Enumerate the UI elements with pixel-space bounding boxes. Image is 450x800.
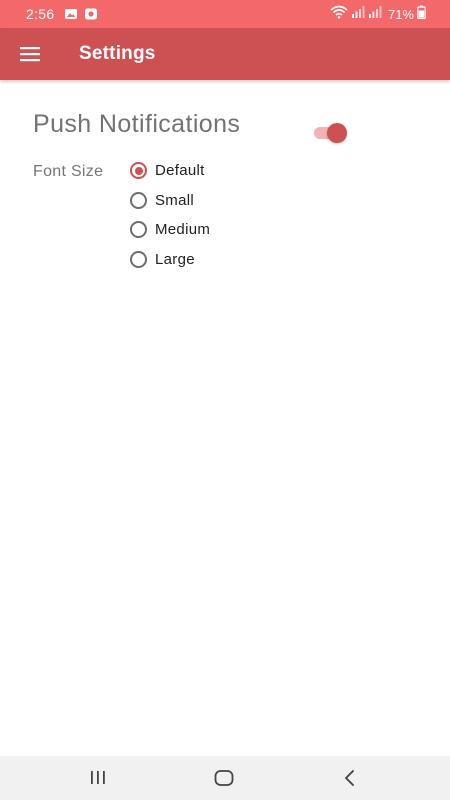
recent-apps-icon[interactable] <box>86 766 110 790</box>
wifi-icon <box>330 5 348 24</box>
radio-label: Medium <box>155 221 211 239</box>
radio-button[interactable] <box>130 191 147 209</box>
page-title: Settings <box>79 43 156 64</box>
signal-icon <box>351 5 365 24</box>
font-size-option-small[interactable]: Small <box>130 186 210 216</box>
font-size-label: Font Size <box>33 163 104 180</box>
hamburger-menu-icon[interactable] <box>17 42 43 66</box>
radio-label: Large <box>155 250 195 268</box>
home-icon[interactable] <box>212 766 236 790</box>
battery-icon <box>417 5 426 24</box>
battery-percent: 71% <box>387 6 414 22</box>
radio-button-checked[interactable] <box>130 162 147 180</box>
back-icon[interactable] <box>338 766 362 790</box>
radio-button[interactable] <box>130 250 147 268</box>
radio-label: Default <box>155 162 205 180</box>
app-notification-icon <box>84 7 98 21</box>
radio-button[interactable] <box>130 221 147 239</box>
signal-secondary-icon <box>368 5 382 24</box>
font-size-radio-group: Default Small Medium Large <box>130 156 210 274</box>
radio-label: Small <box>155 191 195 209</box>
font-size-option-large[interactable]: Large <box>130 245 210 275</box>
toggle-thumb <box>327 123 347 143</box>
app-bar: Settings <box>0 28 450 80</box>
push-notifications-toggle[interactable] <box>312 122 350 144</box>
status-time: 2:56 <box>26 6 55 22</box>
gallery-notification-icon <box>64 7 78 21</box>
font-size-option-medium[interactable]: Medium <box>130 215 210 245</box>
settings-content: Push Notifications Font Size Default Sma… <box>0 80 450 756</box>
push-notifications-label: Push Notifications <box>33 110 241 138</box>
status-indicators: 71% <box>330 5 426 23</box>
system-nav-bar <box>0 756 450 800</box>
font-size-option-default[interactable]: Default <box>130 156 210 186</box>
status-bar: 2:56 71% <box>0 0 450 28</box>
